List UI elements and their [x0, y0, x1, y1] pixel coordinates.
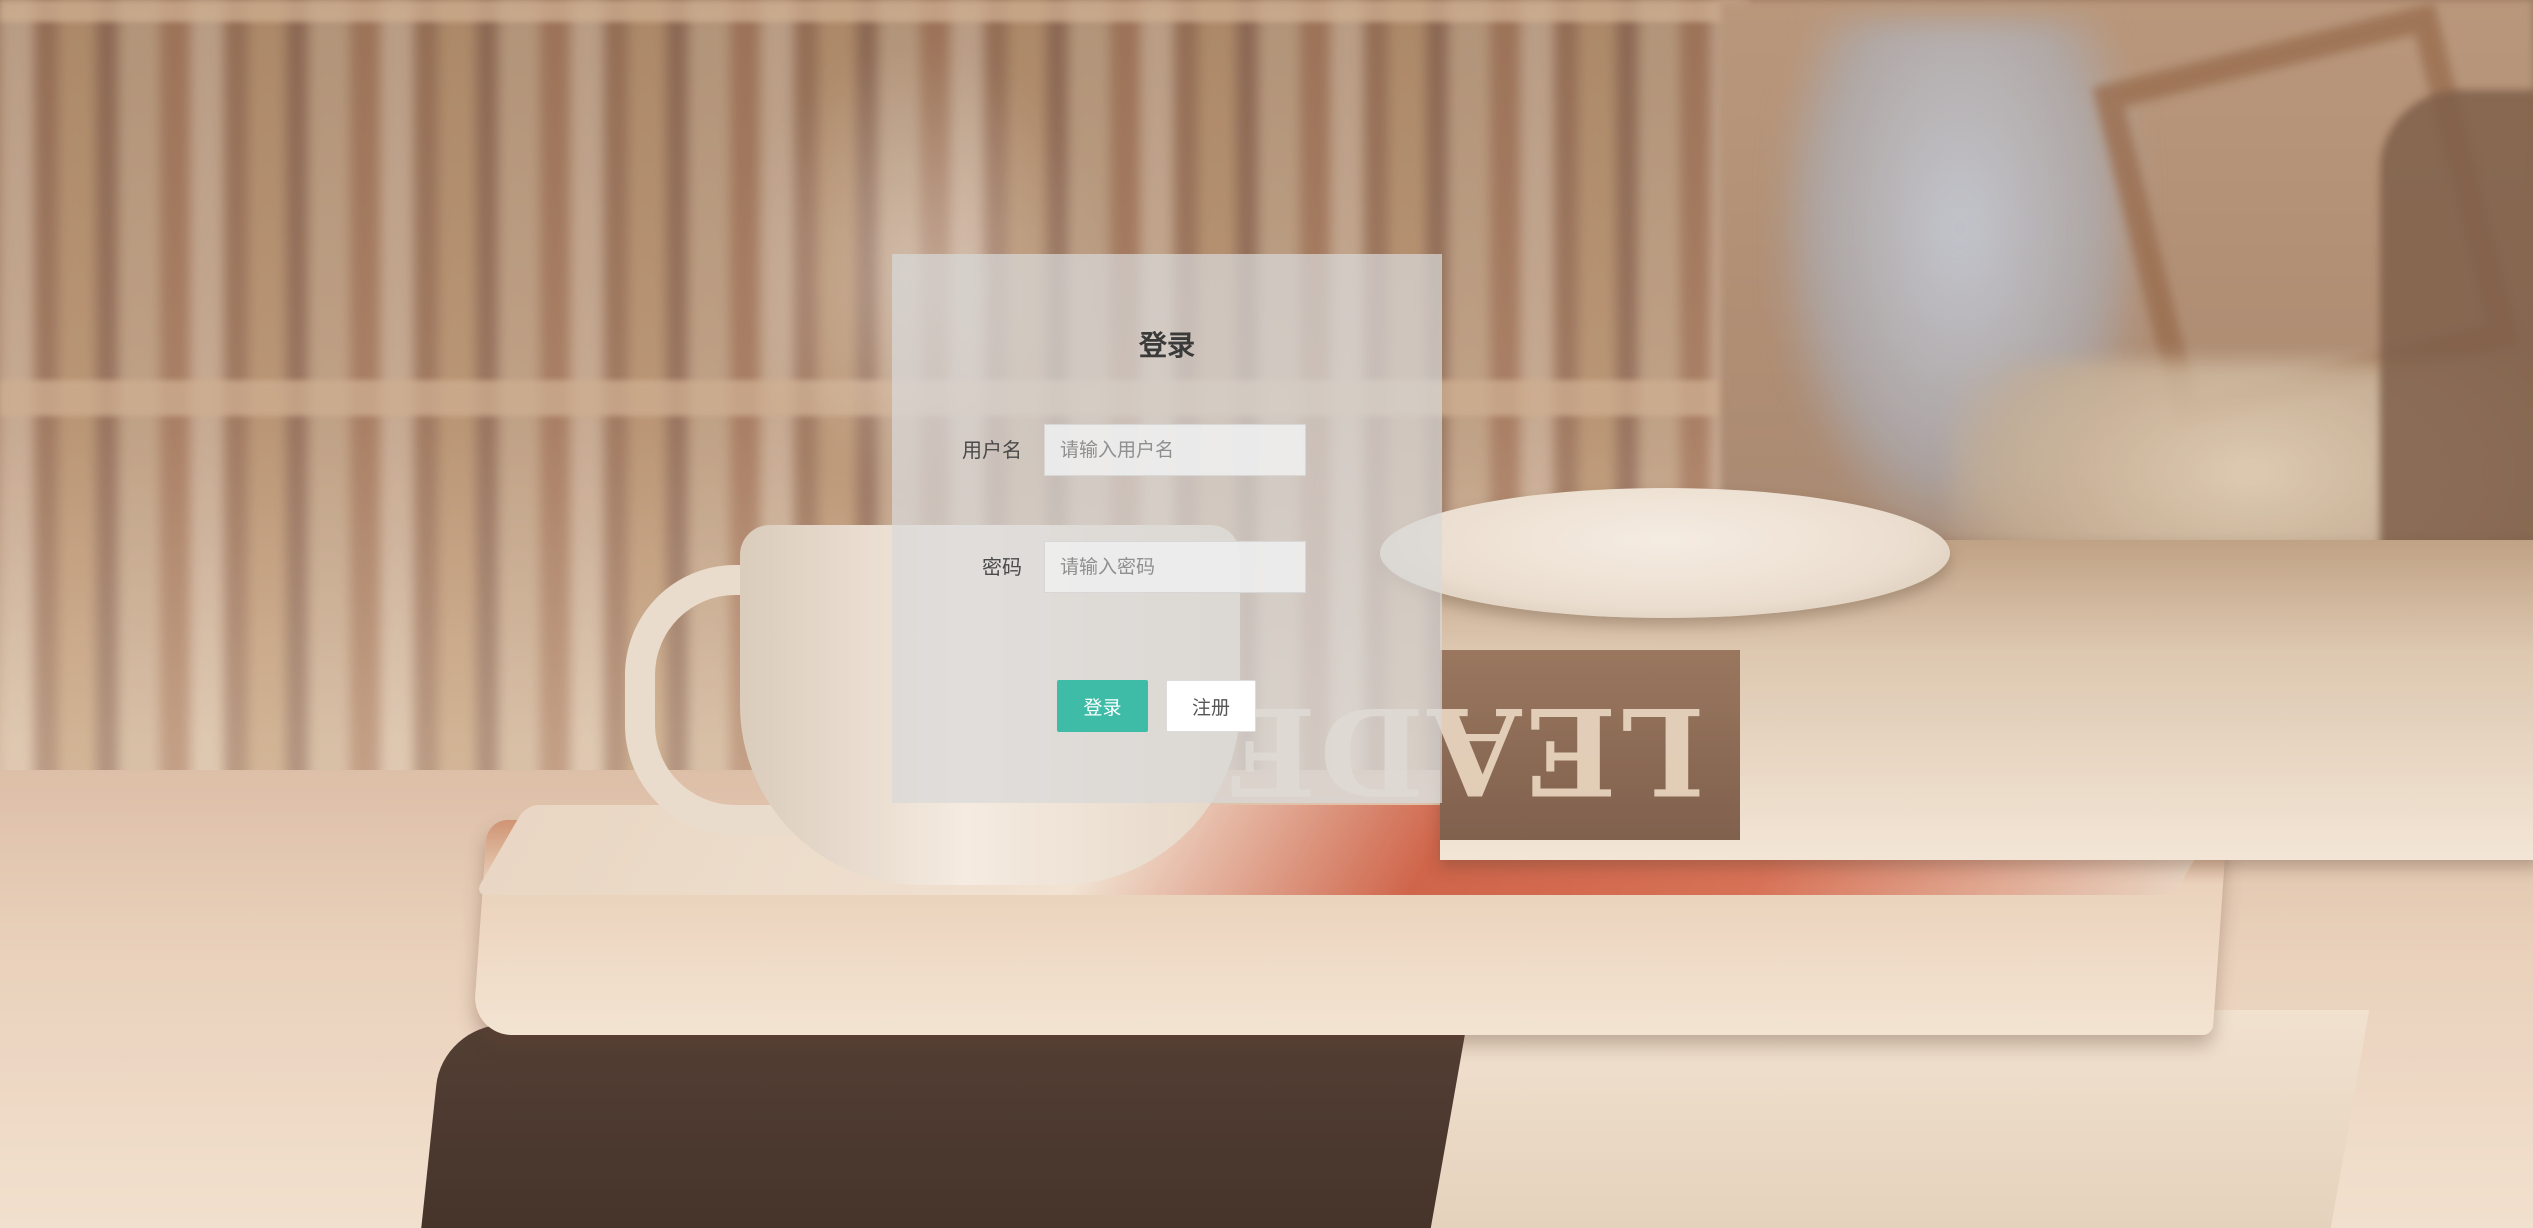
username-row: 用户名 [892, 424, 1442, 476]
login-button[interactable]: 登录 [1057, 680, 1148, 732]
login-title: 登录 [1138, 329, 1195, 362]
username-label: 用户名 [962, 438, 1022, 462]
register-button[interactable]: 注册 [1166, 680, 1256, 732]
login-page: LEADERSH 登录 用户名 密码 登录 注册 [0, 0, 2533, 1228]
login-panel: 登录 用户名 密码 登录 注册 [892, 254, 1442, 803]
username-input[interactable] [1044, 424, 1306, 476]
password-input[interactable] [1044, 541, 1306, 593]
password-row: 密码 [892, 541, 1442, 593]
password-label: 密码 [982, 555, 1022, 579]
